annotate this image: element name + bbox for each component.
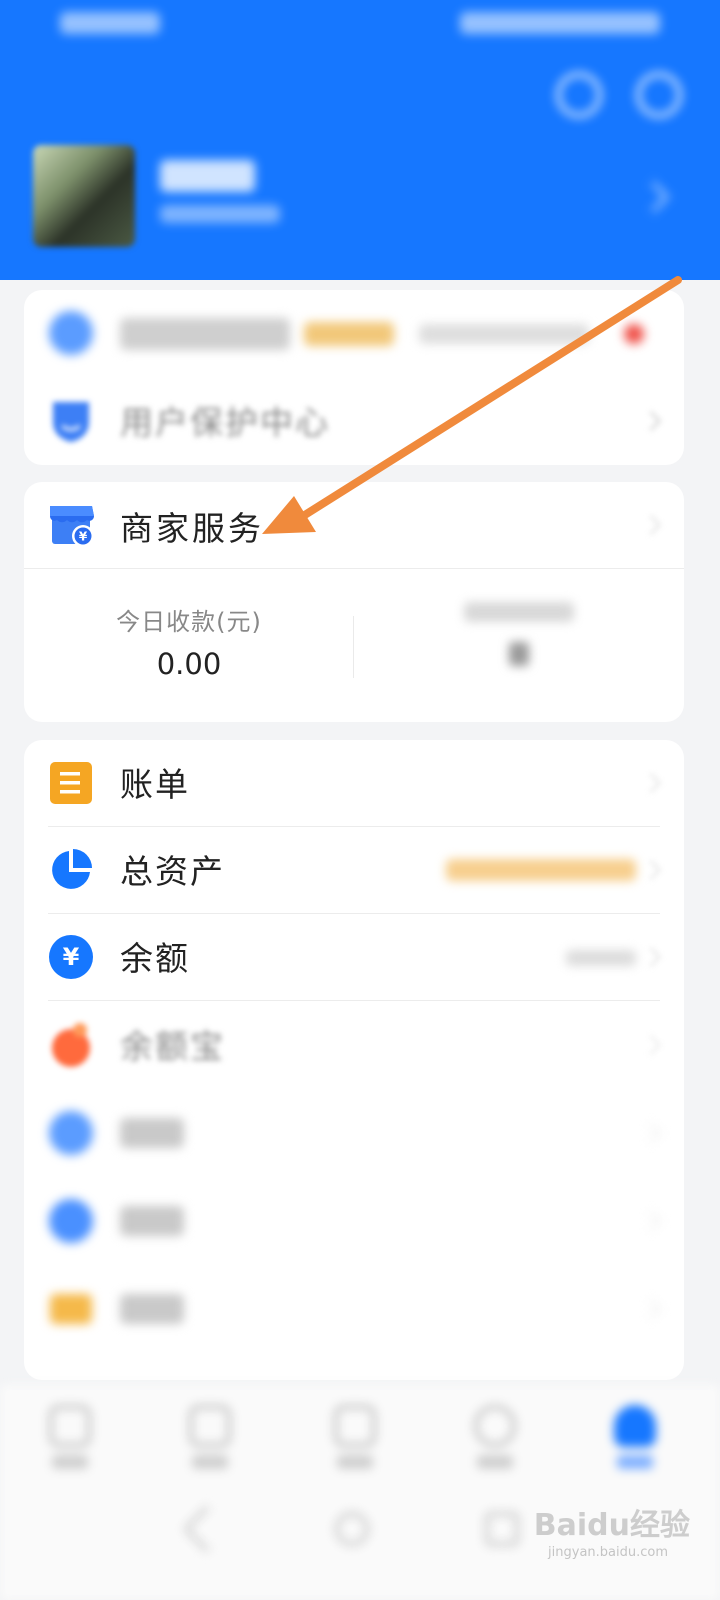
watermark-logo: Baidu经验 bbox=[533, 1508, 690, 1543]
annotation-arrow bbox=[262, 276, 682, 534]
watermark-url: jingyan.baidu.com bbox=[548, 1545, 668, 1560]
